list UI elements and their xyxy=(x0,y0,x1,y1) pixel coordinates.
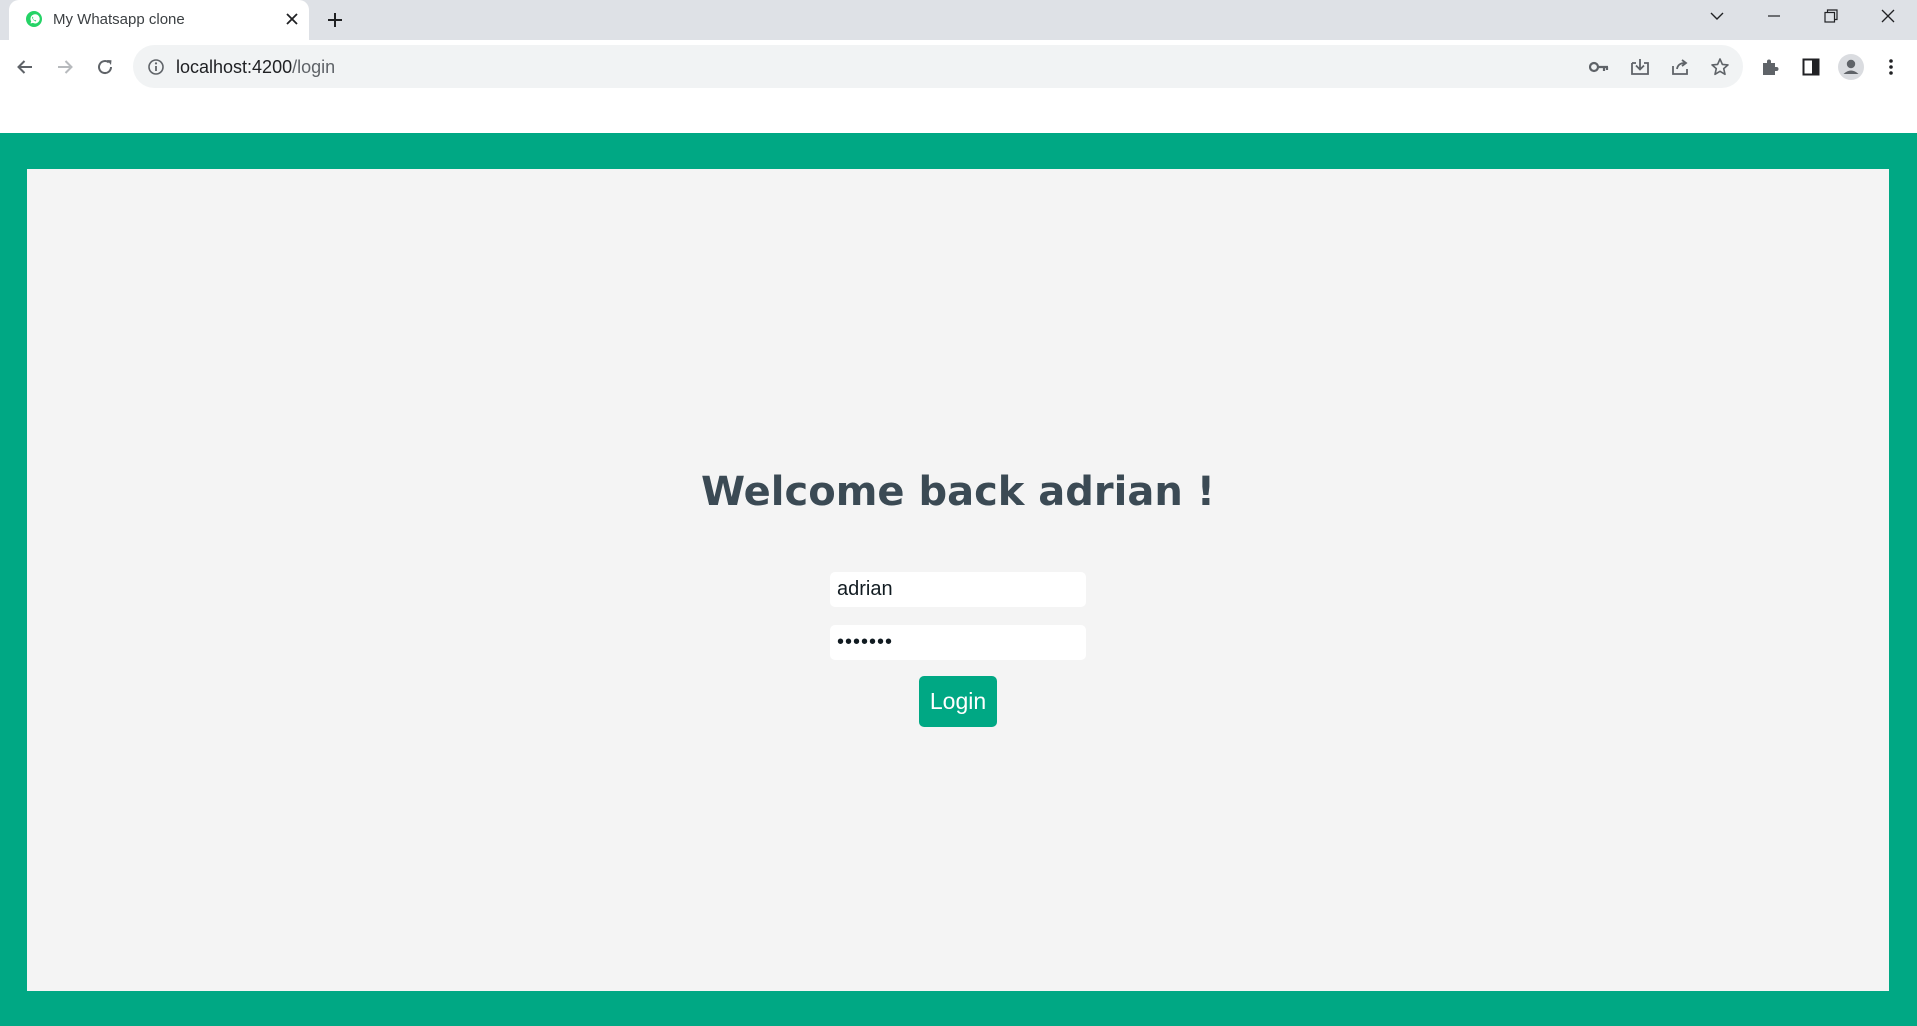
close-window-icon[interactable] xyxy=(1865,0,1911,32)
password-input[interactable] xyxy=(830,625,1086,660)
login-panel: Welcome back adrian ! Login xyxy=(27,169,1889,991)
close-tab-icon[interactable] xyxy=(281,8,303,30)
url-host: localhost:4200 xyxy=(176,57,293,77)
more-menu-icon[interactable] xyxy=(1875,51,1907,83)
reload-icon[interactable] xyxy=(89,51,121,83)
back-icon[interactable] xyxy=(9,51,41,83)
install-app-icon[interactable] xyxy=(1627,54,1653,80)
site-info-icon[interactable] xyxy=(147,58,165,76)
share-icon[interactable] xyxy=(1667,54,1693,80)
welcome-heading: Welcome back adrian ! xyxy=(700,469,1216,515)
forward-icon[interactable] xyxy=(49,51,81,83)
app-background: Welcome back adrian ! Login xyxy=(0,133,1917,1026)
browser-tab[interactable]: My Whatsapp clone xyxy=(9,0,309,40)
key-icon[interactable] xyxy=(1586,54,1612,80)
url-path: /login xyxy=(292,57,336,77)
login-button[interactable]: Login xyxy=(919,676,997,727)
address-bar[interactable]: localhost:4200/login xyxy=(133,45,1743,88)
side-panel-icon[interactable] xyxy=(1795,51,1827,83)
tab-search-chevron-icon[interactable] xyxy=(1694,0,1740,32)
bookmark-star-icon[interactable] xyxy=(1707,54,1733,80)
login-form: Welcome back adrian ! Login xyxy=(27,169,1889,991)
address-url[interactable]: localhost:4200/login xyxy=(176,57,335,78)
minimize-icon[interactable] xyxy=(1751,0,1797,32)
whatsapp-icon xyxy=(25,10,43,28)
extensions-puzzle-icon[interactable] xyxy=(1754,51,1786,83)
browser-tab-strip: My Whatsapp clone xyxy=(0,0,1917,40)
profile-avatar-icon[interactable] xyxy=(1835,51,1867,83)
tab-title: My Whatsapp clone xyxy=(53,11,185,28)
restore-icon[interactable] xyxy=(1808,0,1854,32)
new-tab-icon[interactable] xyxy=(321,6,349,34)
username-input[interactable] xyxy=(830,572,1086,607)
browser-toolbar: localhost:4200/login xyxy=(0,40,1917,93)
